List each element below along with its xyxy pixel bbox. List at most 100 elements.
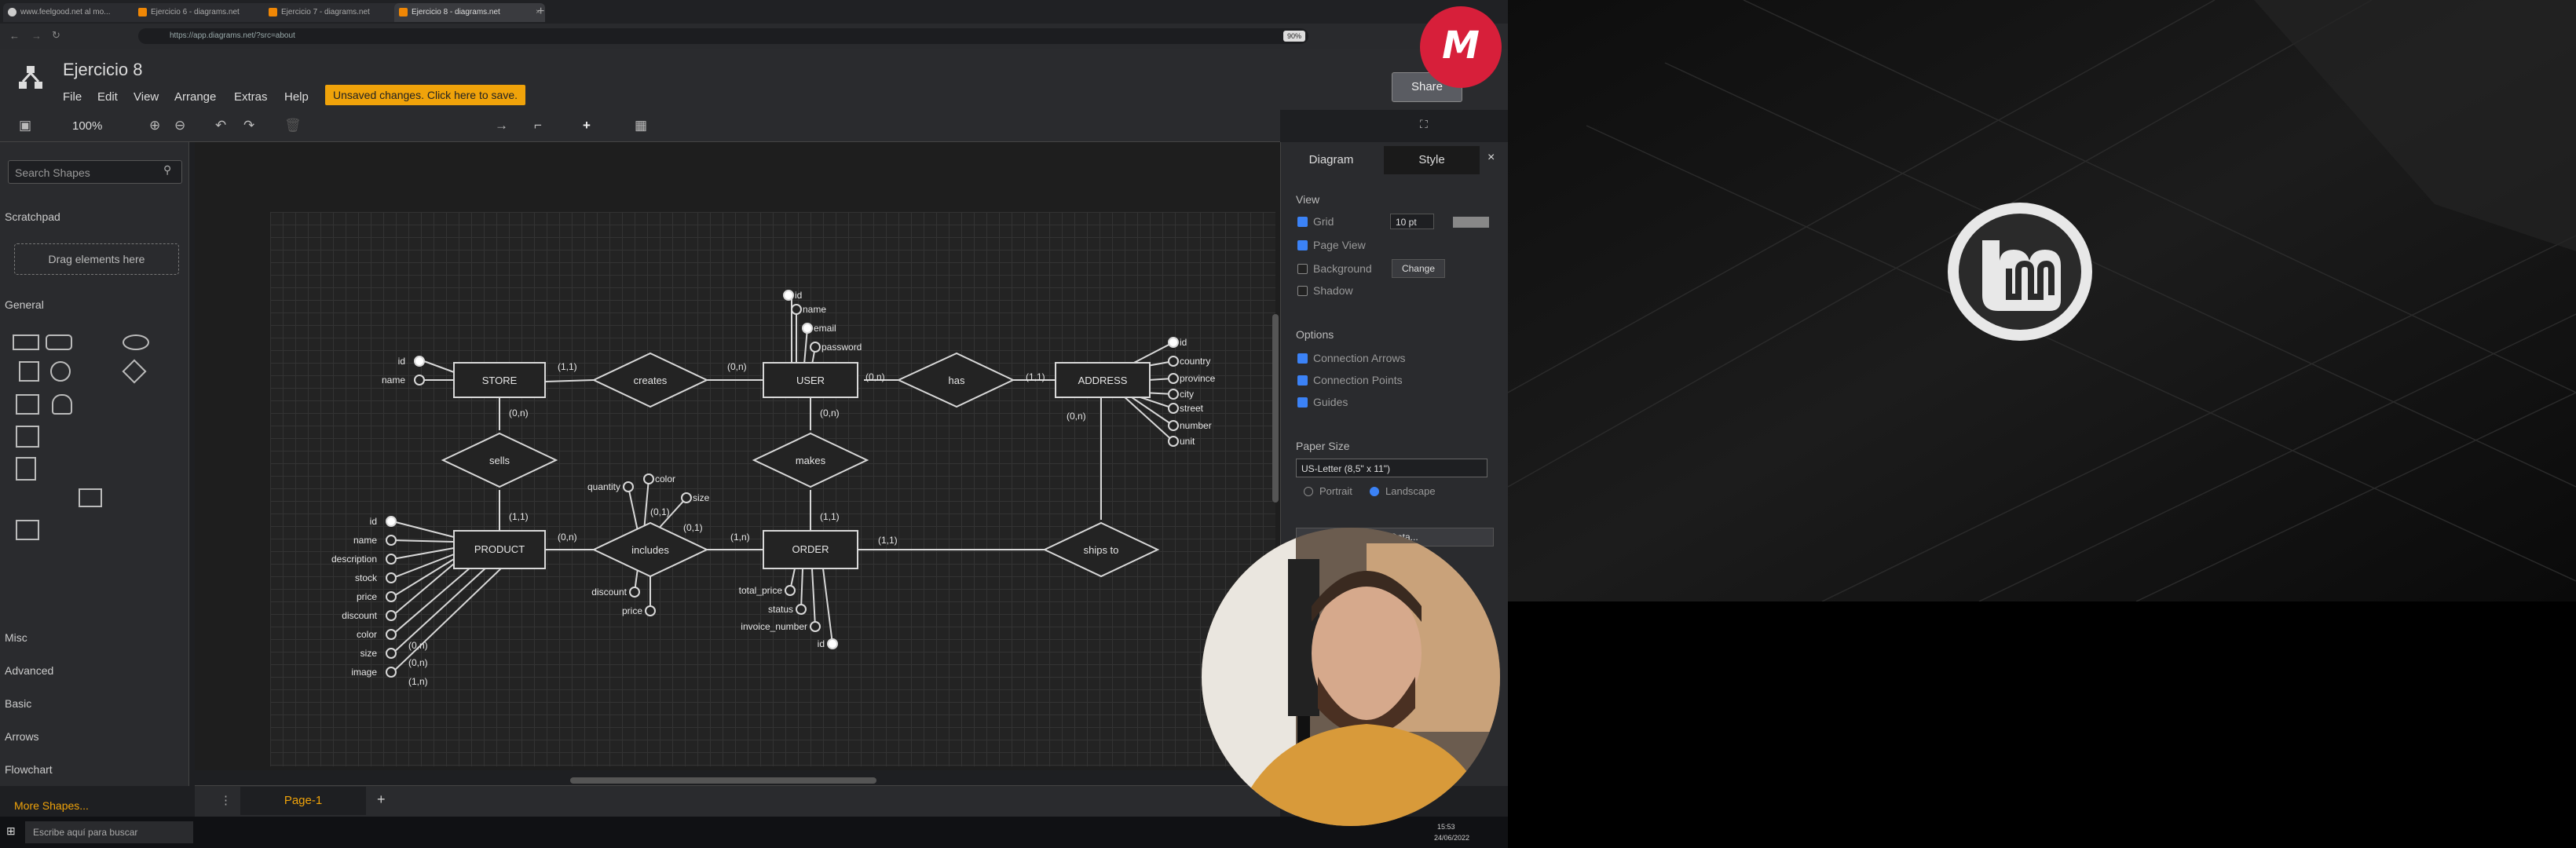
cardinality: (0,n): [1067, 411, 1086, 422]
attr-label: stock: [355, 572, 378, 583]
cardinality: (0,n): [865, 371, 885, 382]
attr-label: name: [353, 535, 377, 546]
attr-label: color: [357, 629, 377, 640]
paper-size-select[interactable]: US-Letter (8,5" x 11"): [1296, 459, 1487, 477]
rel-has-label: has: [949, 375, 965, 386]
attr-label: size: [693, 492, 710, 503]
rel-sells-label: sells: [489, 455, 510, 466]
cardinality: (1,1): [878, 535, 898, 546]
grid-size-input[interactable]: 10 pt: [1390, 214, 1434, 229]
cardinality: (0,n): [408, 657, 428, 668]
background-checkbox[interactable]: [1297, 264, 1308, 274]
cardinality: (1,n): [730, 532, 750, 543]
right-monitor-empty: [1508, 601, 2576, 848]
connection-points-label: Connection Points: [1313, 374, 1403, 386]
cardinality: (1,n): [408, 676, 428, 687]
attr-label: name: [803, 304, 826, 315]
landscape-radio[interactable]: [1370, 487, 1379, 496]
page-tab[interactable]: Page-1: [240, 787, 366, 815]
taskbar-search[interactable]: Escribe aquí para buscar: [25, 821, 193, 843]
attr-label: invoice_number: [741, 621, 807, 632]
attr-label: id: [1180, 337, 1187, 348]
entity-product-label: PRODUCT: [474, 543, 525, 555]
options-heading: Options: [1296, 328, 1334, 341]
taskbar-date: 24/06/2022: [1434, 834, 1470, 842]
rel-creates-label: creates: [634, 375, 668, 386]
connection-arrows-checkbox[interactable]: [1297, 353, 1308, 364]
grid-label: Grid: [1313, 215, 1334, 228]
tab-diagram[interactable]: Diagram: [1283, 146, 1379, 174]
attr-label: image: [351, 667, 377, 678]
attr-label: id: [370, 516, 377, 527]
attr-label: password: [821, 342, 862, 353]
attr-label: email: [814, 323, 836, 334]
cardinality: (1,1): [509, 511, 529, 522]
entity-store-label: STORE: [482, 375, 518, 386]
pages-menu-icon[interactable]: ⋮: [220, 793, 232, 807]
background-label: Background: [1313, 262, 1372, 275]
connection-points-checkbox[interactable]: [1297, 375, 1308, 386]
shadow-checkbox[interactable]: [1297, 286, 1308, 296]
attr-label: name: [382, 375, 405, 386]
channel-logo-letter: M: [1442, 24, 1480, 68]
entity-order-label: ORDER: [792, 543, 829, 555]
guides-label: Guides: [1313, 396, 1348, 408]
attr-label: price: [622, 605, 642, 616]
attr-label: city: [1180, 389, 1194, 400]
attr-label: street: [1180, 403, 1204, 414]
portrait-radio[interactable]: [1304, 487, 1313, 496]
webcam-overlay: [1202, 528, 1500, 826]
cardinality: (1,1): [1026, 371, 1045, 382]
guides-checkbox[interactable]: [1297, 397, 1308, 408]
add-page-icon[interactable]: +: [377, 791, 386, 808]
rel-ships-to-label: ships to: [1084, 544, 1119, 556]
windows-start-icon[interactable]: ⊞: [6, 824, 16, 838]
shadow-label: Shadow: [1313, 284, 1353, 297]
page-view-label: Page View: [1313, 239, 1366, 251]
rel-includes-label: includes: [631, 544, 669, 556]
paper-size-heading: Paper Size: [1296, 440, 1350, 452]
taskbar-time: 15:53: [1437, 823, 1455, 831]
attr-label: number: [1180, 420, 1212, 431]
grid-checkbox[interactable]: [1297, 217, 1308, 227]
left-monitor: www.feelgood.net al mo... Ejercicio 6 - …: [0, 0, 1508, 848]
close-panel-icon[interactable]: ×: [1487, 151, 1495, 165]
page-view-checkbox[interactable]: [1297, 240, 1308, 250]
attr-label: id: [398, 356, 405, 367]
cardinality: (0,n): [558, 532, 577, 543]
cardinality: (0,1): [650, 506, 670, 517]
cardinality: (1,1): [820, 511, 840, 522]
connection-arrows-label: Connection Arrows: [1313, 352, 1406, 364]
attr-label: discount: [591, 587, 627, 598]
horizontal-scrollbar[interactable]: [570, 777, 876, 784]
change-background-button[interactable]: Change: [1392, 259, 1445, 278]
taskbar: [0, 817, 1508, 848]
attr-label: color: [655, 473, 675, 484]
presenter-photo: [1202, 528, 1500, 826]
attr-label: unit: [1180, 436, 1195, 447]
attr-label: description: [331, 554, 377, 565]
entity-address-label: ADDRESS: [1078, 375, 1128, 386]
rel-makes-label: makes: [796, 455, 826, 466]
cardinality: (1,1): [558, 361, 577, 372]
attr-label: discount: [342, 610, 377, 621]
cardinality: (0,n): [820, 408, 840, 419]
attr-label: status: [768, 604, 793, 615]
attr-label: id: [818, 638, 825, 649]
attr-label: total_price: [739, 585, 783, 596]
grid-color-swatch[interactable]: [1453, 217, 1489, 228]
tab-style[interactable]: Style: [1384, 146, 1480, 174]
attr-label: id: [795, 290, 802, 301]
entity-user-label: USER: [796, 375, 825, 386]
view-heading: View: [1296, 193, 1320, 206]
attr-label: size: [360, 648, 378, 659]
cardinality: (0,n): [408, 640, 428, 651]
cardinality: (0,n): [509, 408, 529, 419]
attr-label: province: [1180, 373, 1216, 384]
vertical-scrollbar[interactable]: [1272, 314, 1279, 503]
cardinality: (0,n): [727, 361, 747, 372]
attr-label: country: [1180, 356, 1210, 367]
right-monitor-desktop: [1508, 0, 2576, 601]
portrait-label: Portrait: [1319, 485, 1352, 497]
attr-label: price: [357, 591, 377, 602]
